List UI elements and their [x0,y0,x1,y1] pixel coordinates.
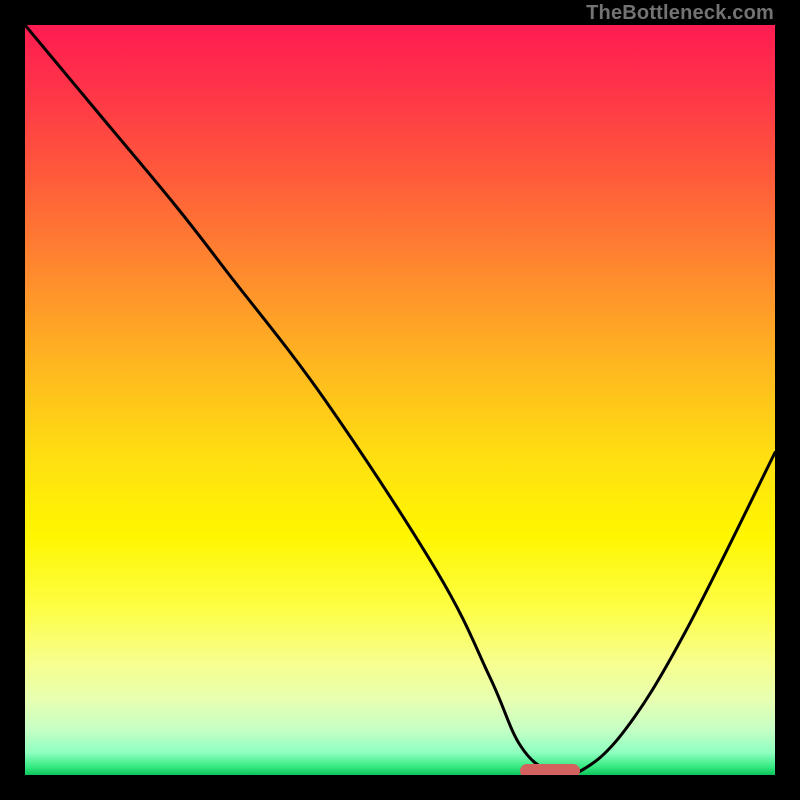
plot-area [25,25,775,775]
watermark-text: TheBottleneck.com [586,2,774,25]
optimal-marker [520,764,580,775]
curve-layer [25,25,775,775]
bottleneck-curve [25,25,775,775]
outer-frame: TheBottleneck.com [0,0,800,800]
